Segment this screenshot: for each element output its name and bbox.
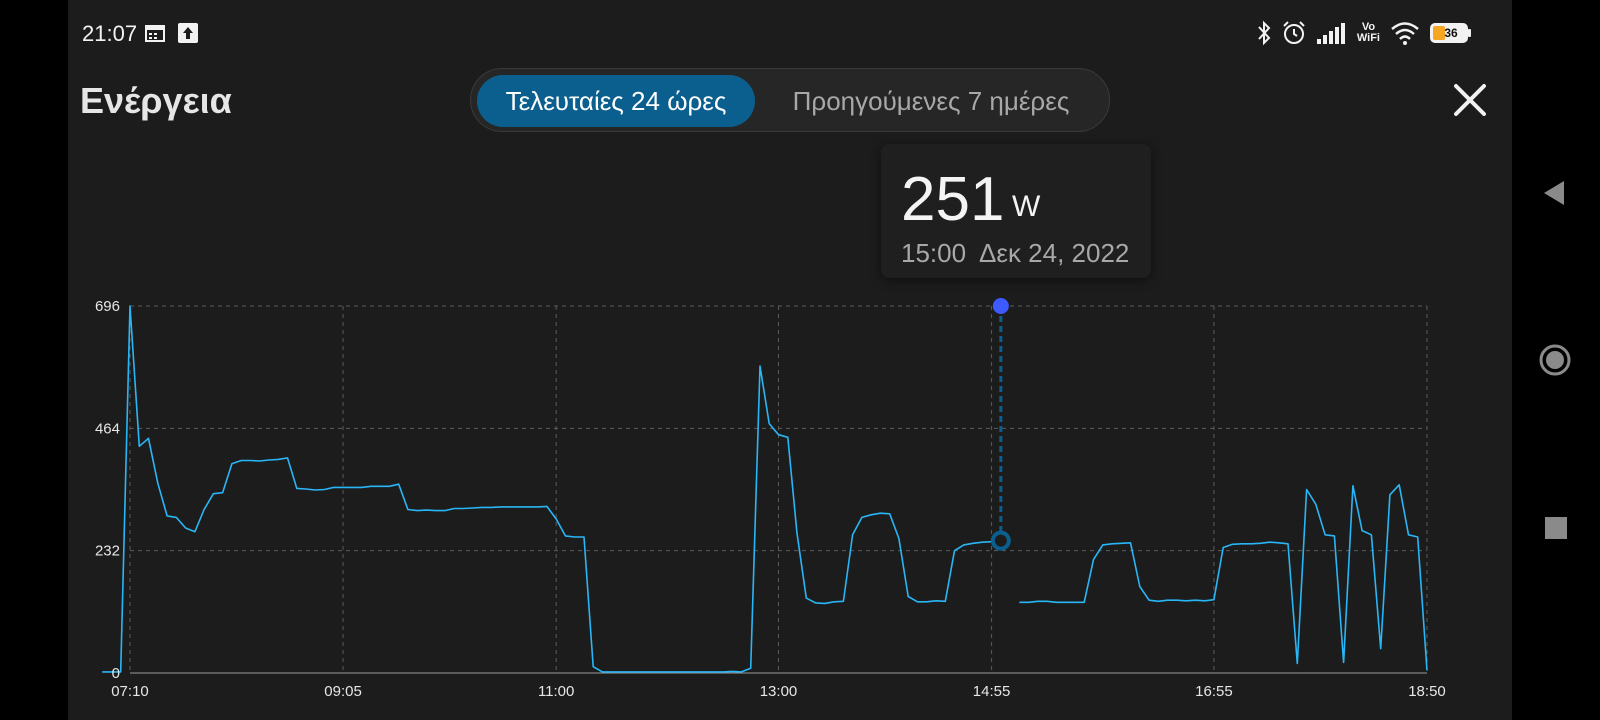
energy-chart[interactable]: 0 232 464 696 07:10 09:05 11:00 13:00 14:55 16:55… bbox=[68, 0, 1512, 720]
x-tick-label: 16:55 bbox=[1195, 683, 1233, 700]
y-tick-label: 696 bbox=[95, 298, 120, 315]
tooltip-value: 251 bbox=[901, 165, 1005, 234]
value-tooltip: 251 W 15:00 Δεκ 24, 2022 bbox=[881, 144, 1151, 278]
y-tick-label: 0 bbox=[112, 665, 120, 682]
app-screen: 21:07 Vo WiFi 36 Ενέργεια Τελευταίες 24 … bbox=[68, 0, 1512, 720]
chart-series bbox=[102, 305, 1428, 673]
selected-point bbox=[990, 530, 1011, 551]
y-tick-label: 464 bbox=[95, 420, 120, 437]
tooltip-unit: W bbox=[1012, 190, 1041, 223]
x-tick-label: 09:05 bbox=[324, 683, 362, 700]
x-tick-label: 13:00 bbox=[760, 683, 798, 700]
y-tick-label: 232 bbox=[95, 543, 120, 560]
x-tick-label: 14:55 bbox=[973, 683, 1011, 700]
series-line bbox=[1019, 483, 1428, 671]
tooltip-time: 15:00 bbox=[901, 238, 967, 268]
chart-ticks: 0 232 464 696 07:10 09:05 11:00 13:00 14:55 16:55… bbox=[95, 298, 1446, 700]
chart-selection bbox=[990, 298, 1011, 551]
series-line bbox=[102, 305, 1001, 673]
selection-handle[interactable] bbox=[992, 298, 1009, 314]
tooltip-date: Δεκ 24, 2022 bbox=[979, 238, 1130, 268]
recents-icon[interactable] bbox=[1545, 517, 1567, 539]
back-icon[interactable] bbox=[1542, 180, 1566, 206]
x-tick-label: 07:10 bbox=[111, 683, 149, 700]
x-tick-label: 18:50 bbox=[1408, 683, 1446, 700]
home-icon[interactable] bbox=[1538, 343, 1572, 377]
x-tick-label: 11:00 bbox=[538, 683, 574, 700]
